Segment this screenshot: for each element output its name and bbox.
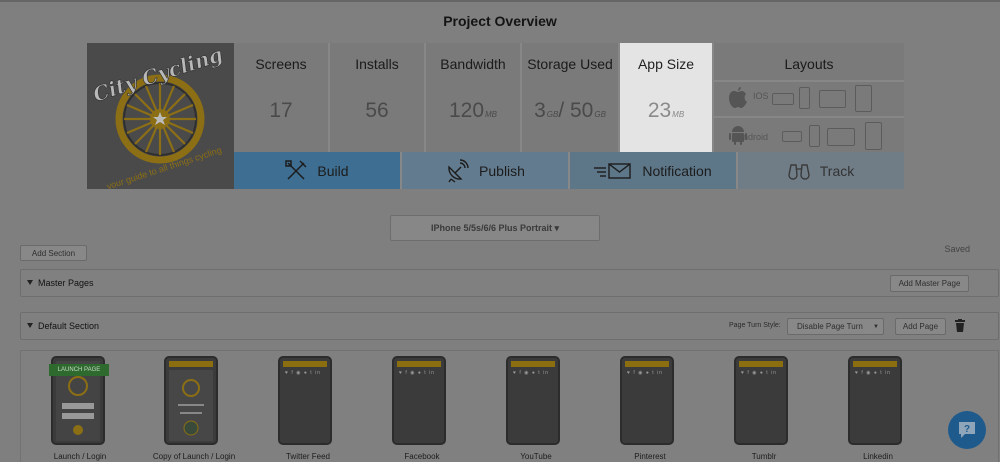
tablet-portrait-icon [865, 122, 882, 150]
track-button[interactable]: Track [738, 152, 904, 189]
notification-button[interactable]: Notification [570, 152, 738, 189]
top-bar [0, 0, 1000, 2]
screen-caption: Launch / Login [53, 452, 107, 461]
screen-header-bar [739, 361, 783, 367]
build-button[interactable]: Build [234, 152, 402, 189]
tablet-landscape-icon [827, 128, 855, 146]
tablet-portrait-icon [855, 85, 872, 112]
page-title: Project Overview [443, 13, 557, 29]
stat-label: Screens [255, 56, 307, 72]
stat-value: 56 [365, 99, 389, 122]
city-cycling-logo: City Cycling your guide to all things cy… [87, 43, 234, 189]
android-label: Android [737, 132, 769, 142]
add-section-button[interactable]: Add Section [20, 245, 87, 261]
layouts-label: Layouts [784, 56, 834, 72]
stat-label: Storage Used [527, 56, 613, 72]
satellite-dish-icon [448, 158, 469, 183]
screen-header-bar [511, 361, 555, 367]
screen-header-bar [853, 361, 897, 367]
device-selector-value: IPhone 5/5s/6/6 Plus Portrait ▾ [430, 222, 560, 233]
track-label: Track [819, 162, 855, 179]
tablet-landscape-icon [819, 90, 846, 108]
social-icons: ♥ f ◉ ● t in [513, 370, 549, 376]
page-turn-select[interactable]: Disable Page Turn ▼ [787, 318, 884, 335]
binoculars-icon [788, 163, 810, 180]
screen-thumbnail[interactable]: ♥ f ◉ ● t in [620, 356, 674, 445]
section-title: Master Pages [38, 278, 94, 288]
help-chat-icon: ? [959, 422, 975, 438]
notification-label: Notification [642, 162, 712, 179]
default-section-header[interactable]: Default Section Page Turn Style: Disable… [20, 312, 999, 340]
screen-header-bar [397, 361, 441, 367]
screen-header-bar [283, 361, 327, 367]
screen-thumbnail[interactable]: ♥ f ◉ ● t in [734, 356, 788, 445]
saved-status: Saved [944, 244, 970, 254]
screen-thumbnail[interactable]: ♥ f ◉ ● t in [848, 356, 902, 445]
ios-label: IOS [753, 91, 769, 101]
stat-storage-used: Storage Used 3GB/ 50GB [522, 43, 620, 152]
iphone-portrait-icon [799, 87, 810, 109]
action-tabs: Build Publish Notification Track [234, 152, 904, 189]
stat-value: 17 [269, 99, 293, 122]
screen-thumbnail[interactable] [164, 356, 218, 445]
login-preview [62, 376, 94, 435]
app-logo[interactable]: City Cycling your guide to all things cy… [87, 43, 234, 189]
master-pages-section[interactable]: Master Pages Add Master Page [20, 269, 999, 297]
ios-layout-row[interactable]: IOS [714, 80, 904, 114]
add-master-page-button[interactable]: Add Master Page [890, 275, 969, 292]
screen-caption: YouTube [520, 452, 552, 461]
ipad-landscape-icon [772, 93, 794, 105]
stat-bandwidth: Bandwidth 120MB [426, 43, 522, 152]
stat-screens: Screens 17 [234, 43, 330, 152]
page-turn-value: Disable Page Turn [797, 322, 863, 331]
screen-thumbnail[interactable]: ♥ f ◉ ● t in [506, 356, 560, 445]
social-icons: ♥ f ◉ ● t in [285, 370, 321, 376]
screen-caption: Copy of Launch / Login [152, 452, 236, 461]
stat-label: Bandwidth [440, 56, 506, 72]
apple-icon [729, 87, 747, 108]
stat-label: Installs [355, 56, 399, 72]
stat-value: 3GB/ 50GB [534, 99, 606, 122]
social-icons: ♥ f ◉ ● t in [399, 370, 435, 376]
collapse-triangle-icon[interactable] [27, 323, 33, 328]
screen-caption: Pinterest [634, 452, 666, 461]
layouts-panel: Layouts IOS Android [714, 43, 904, 152]
stat-value: 120MB [448, 99, 498, 122]
screen-header-bar [625, 361, 669, 367]
publish-label: Publish [479, 162, 525, 179]
device-selector[interactable]: IPhone 5/5s/6/6 Plus Portrait ▾ [390, 215, 600, 241]
stat-label: App Size [637, 56, 695, 72]
social-icons: ♥ f ◉ ● t in [855, 370, 891, 376]
screen-header-bar [169, 361, 213, 367]
publish-button[interactable]: Publish [402, 152, 570, 189]
phone-landscape-icon [782, 131, 802, 142]
stat-app-size: App Size 23MB [620, 43, 714, 152]
page-turn-label: Page Turn Style: [729, 322, 781, 329]
build-tools-icon [285, 159, 307, 180]
screen-caption: Facebook [404, 452, 440, 461]
add-page-button[interactable]: Add Page [895, 318, 946, 335]
screen-thumbnail[interactable]: ♥ f ◉ ● t in [278, 356, 332, 445]
social-icons: ♥ f ◉ ● t in [741, 370, 777, 376]
launch-page-badge: LAUNCH PAGE [49, 364, 109, 376]
envelope-icon [594, 162, 632, 179]
trash-icon[interactable] [955, 319, 965, 332]
launch-copy-preview [178, 379, 204, 436]
stats-bar: Screens 17 Installs 56 Bandwidth 120MB S… [234, 43, 904, 152]
build-label: Build [317, 162, 349, 179]
phone-portrait-icon [809, 125, 820, 147]
chevron-down-icon: ▼ [873, 323, 879, 330]
screen-caption: Linkedin [863, 452, 893, 461]
screen-thumbnail[interactable]: ♥ f ◉ ● t in [392, 356, 446, 445]
android-layout-row[interactable]: Android [714, 116, 904, 152]
screen-caption: Tumblr [751, 452, 777, 461]
section-title: Default Section [38, 321, 100, 331]
help-chat-button[interactable]: ? [948, 411, 986, 449]
social-icons: ♥ f ◉ ● t in [627, 370, 663, 376]
stat-installs: Installs 56 [330, 43, 426, 152]
svg-text:?: ? [964, 424, 970, 435]
collapse-triangle-icon[interactable] [27, 280, 33, 285]
screen-caption: Twitter Feed [285, 452, 330, 461]
stat-value: 23MB [647, 99, 685, 122]
